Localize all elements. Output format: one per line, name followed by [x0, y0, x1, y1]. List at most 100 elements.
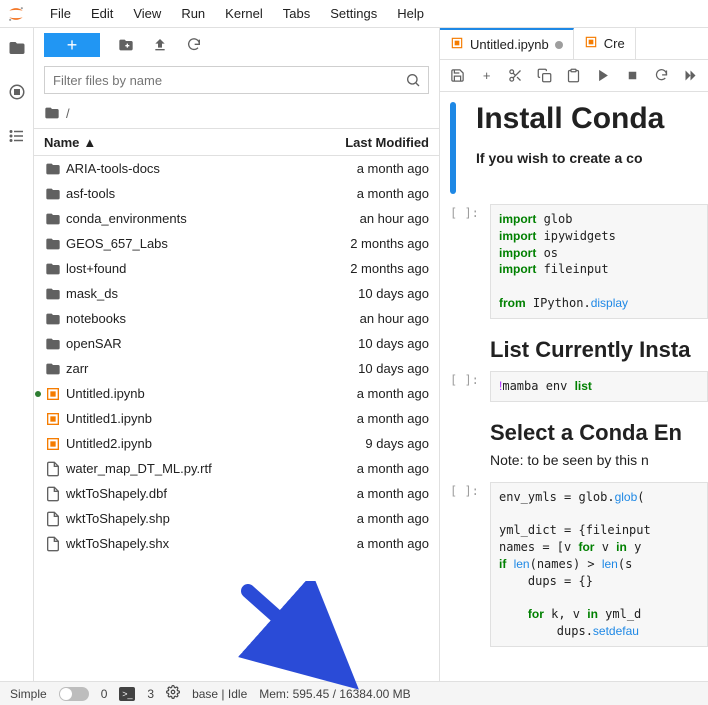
new-folder-icon[interactable]	[118, 37, 134, 53]
document-tabs: Untitled.ipynb Cre	[440, 28, 708, 60]
run-icon[interactable]	[596, 68, 611, 84]
file-row[interactable]: wktToShapely.dbfa month ago	[34, 481, 439, 506]
file-row[interactable]: zarr10 days ago	[34, 356, 439, 381]
file-list: ARIA-tools-docsa month agoasf-toolsa mon…	[34, 156, 439, 681]
code-input[interactable]: !mamba env list	[490, 371, 708, 402]
main-menu-bar: File Edit View Run Kernel Tabs Settings …	[0, 0, 708, 28]
notebook-icon	[450, 36, 464, 53]
tabs-count[interactable]: 0	[101, 687, 108, 701]
file-row[interactable]: ARIA-tools-docsa month ago	[34, 156, 439, 181]
file-name: wktToShapely.dbf	[64, 486, 299, 501]
folder-icon	[42, 361, 64, 377]
restart-icon[interactable]	[654, 68, 669, 84]
file-name: water_map_DT_ML.py.rtf	[64, 461, 299, 476]
folder-icon	[42, 161, 64, 177]
memory-indicator[interactable]: Mem: 595.45 / 16384.00 MB	[259, 687, 410, 701]
notebook-icon	[584, 35, 598, 52]
file-row[interactable]: openSAR10 days ago	[34, 331, 439, 356]
file-name: notebooks	[64, 311, 299, 326]
file-modified: a month ago	[299, 411, 439, 426]
filter-input[interactable]	[44, 66, 429, 94]
notebook-icon	[42, 386, 64, 402]
copy-icon[interactable]	[537, 68, 552, 84]
running-sessions-tab-icon[interactable]	[7, 82, 27, 102]
upload-icon[interactable]	[152, 37, 168, 53]
file-modified: 10 days ago	[299, 286, 439, 301]
file-name: zarr	[64, 361, 299, 376]
file-list-header: Name▲ Last Modified	[34, 128, 439, 156]
file-row[interactable]: wktToShapely.shxa month ago	[34, 531, 439, 556]
menu-file[interactable]: File	[40, 2, 81, 25]
breadcrumb[interactable]: /	[34, 98, 439, 128]
menu-run[interactable]: Run	[171, 2, 215, 25]
jupyter-logo-icon	[6, 4, 26, 24]
file-icon	[42, 461, 64, 477]
code-cell[interactable]: [ ]: import glob import ipywidgets impor…	[450, 204, 708, 319]
file-row[interactable]: Untitled.ipynba month ago	[34, 381, 439, 406]
menu-settings[interactable]: Settings	[320, 2, 387, 25]
file-icon	[42, 511, 64, 527]
menu-edit[interactable]: Edit	[81, 2, 123, 25]
menu-view[interactable]: View	[123, 2, 171, 25]
search-icon	[405, 72, 421, 91]
file-row[interactable]: wktToShapely.shpa month ago	[34, 506, 439, 531]
notebook-icon	[42, 436, 64, 452]
column-name-header[interactable]: Name▲	[34, 135, 299, 150]
toc-tab-icon[interactable]	[7, 126, 27, 146]
paste-icon[interactable]	[566, 68, 581, 84]
file-modified: 9 days ago	[299, 436, 439, 451]
env-name[interactable]: base | Idle	[192, 687, 247, 701]
notebook-content[interactable]: Install Conda If you wish to create a co…	[440, 92, 708, 681]
cut-icon[interactable]	[508, 68, 523, 84]
restart-run-all-icon[interactable]	[683, 68, 698, 84]
file-modified: a month ago	[299, 461, 439, 476]
file-row[interactable]: mask_ds10 days ago	[34, 281, 439, 306]
markdown-heading: Install Conda	[476, 102, 664, 136]
file-row[interactable]: GEOS_657_Labs2 months ago	[34, 231, 439, 256]
file-modified: a month ago	[299, 486, 439, 501]
save-icon[interactable]	[450, 68, 465, 84]
tab-untitled-ipynb[interactable]: Untitled.ipynb	[440, 28, 574, 59]
markdown-heading[interactable]: Select a Conda En	[490, 420, 708, 446]
file-modified: a month ago	[299, 186, 439, 201]
file-row[interactable]: Untitled2.ipynb9 days ago	[34, 431, 439, 456]
code-input[interactable]: env_ymls = glob.glob( yml_dict = {filein…	[490, 482, 708, 647]
file-browser-tab-icon[interactable]	[7, 38, 27, 58]
file-row[interactable]: notebooksan hour ago	[34, 306, 439, 331]
breadcrumb-path: /	[66, 106, 70, 121]
code-cell[interactable]: [ ]: env_ymls = glob.glob( yml_dict = {f…	[450, 482, 708, 647]
file-modified: a month ago	[299, 161, 439, 176]
refresh-icon[interactable]	[186, 37, 202, 53]
new-launcher-button[interactable]: +	[44, 33, 100, 57]
add-cell-icon[interactable]: +	[479, 68, 494, 84]
file-icon	[42, 536, 64, 552]
file-row[interactable]: conda_environmentsan hour ago	[34, 206, 439, 231]
markdown-text[interactable]: Note: to be seen by this n	[490, 452, 708, 468]
file-modified: 2 months ago	[299, 261, 439, 276]
file-row[interactable]: asf-toolsa month ago	[34, 181, 439, 206]
file-name: wktToShapely.shx	[64, 536, 299, 551]
tab-label: Untitled.ipynb	[470, 37, 549, 52]
file-row[interactable]: Untitled1.ipynba month ago	[34, 406, 439, 431]
markdown-heading[interactable]: List Currently Insta	[490, 337, 708, 363]
markdown-cell[interactable]: Install Conda If you wish to create a co	[450, 102, 708, 194]
settings-icon[interactable]	[166, 685, 180, 702]
code-cell[interactable]: [ ]: !mamba env list	[450, 371, 708, 402]
code-input[interactable]: import glob import ipywidgets import os …	[490, 204, 708, 319]
column-modified-header[interactable]: Last Modified	[299, 135, 439, 150]
file-name: conda_environments	[64, 211, 299, 226]
menu-help[interactable]: Help	[387, 2, 434, 25]
input-prompt: [ ]:	[450, 371, 490, 402]
file-name: Untitled.ipynb	[64, 386, 299, 401]
terminals-count[interactable]: 3	[147, 687, 154, 701]
simple-mode-toggle[interactable]	[59, 687, 89, 701]
file-row[interactable]: water_map_DT_ML.py.rtfa month ago	[34, 456, 439, 481]
file-modified: a month ago	[299, 386, 439, 401]
menu-kernel[interactable]: Kernel	[215, 2, 273, 25]
interrupt-icon[interactable]	[625, 68, 640, 84]
markdown-text: If you wish to create a co	[476, 150, 664, 166]
menu-tabs[interactable]: Tabs	[273, 2, 320, 25]
tab-create[interactable]: Cre	[574, 28, 636, 59]
terminal-icon[interactable]: >_	[119, 687, 135, 701]
file-row[interactable]: lost+found2 months ago	[34, 256, 439, 281]
